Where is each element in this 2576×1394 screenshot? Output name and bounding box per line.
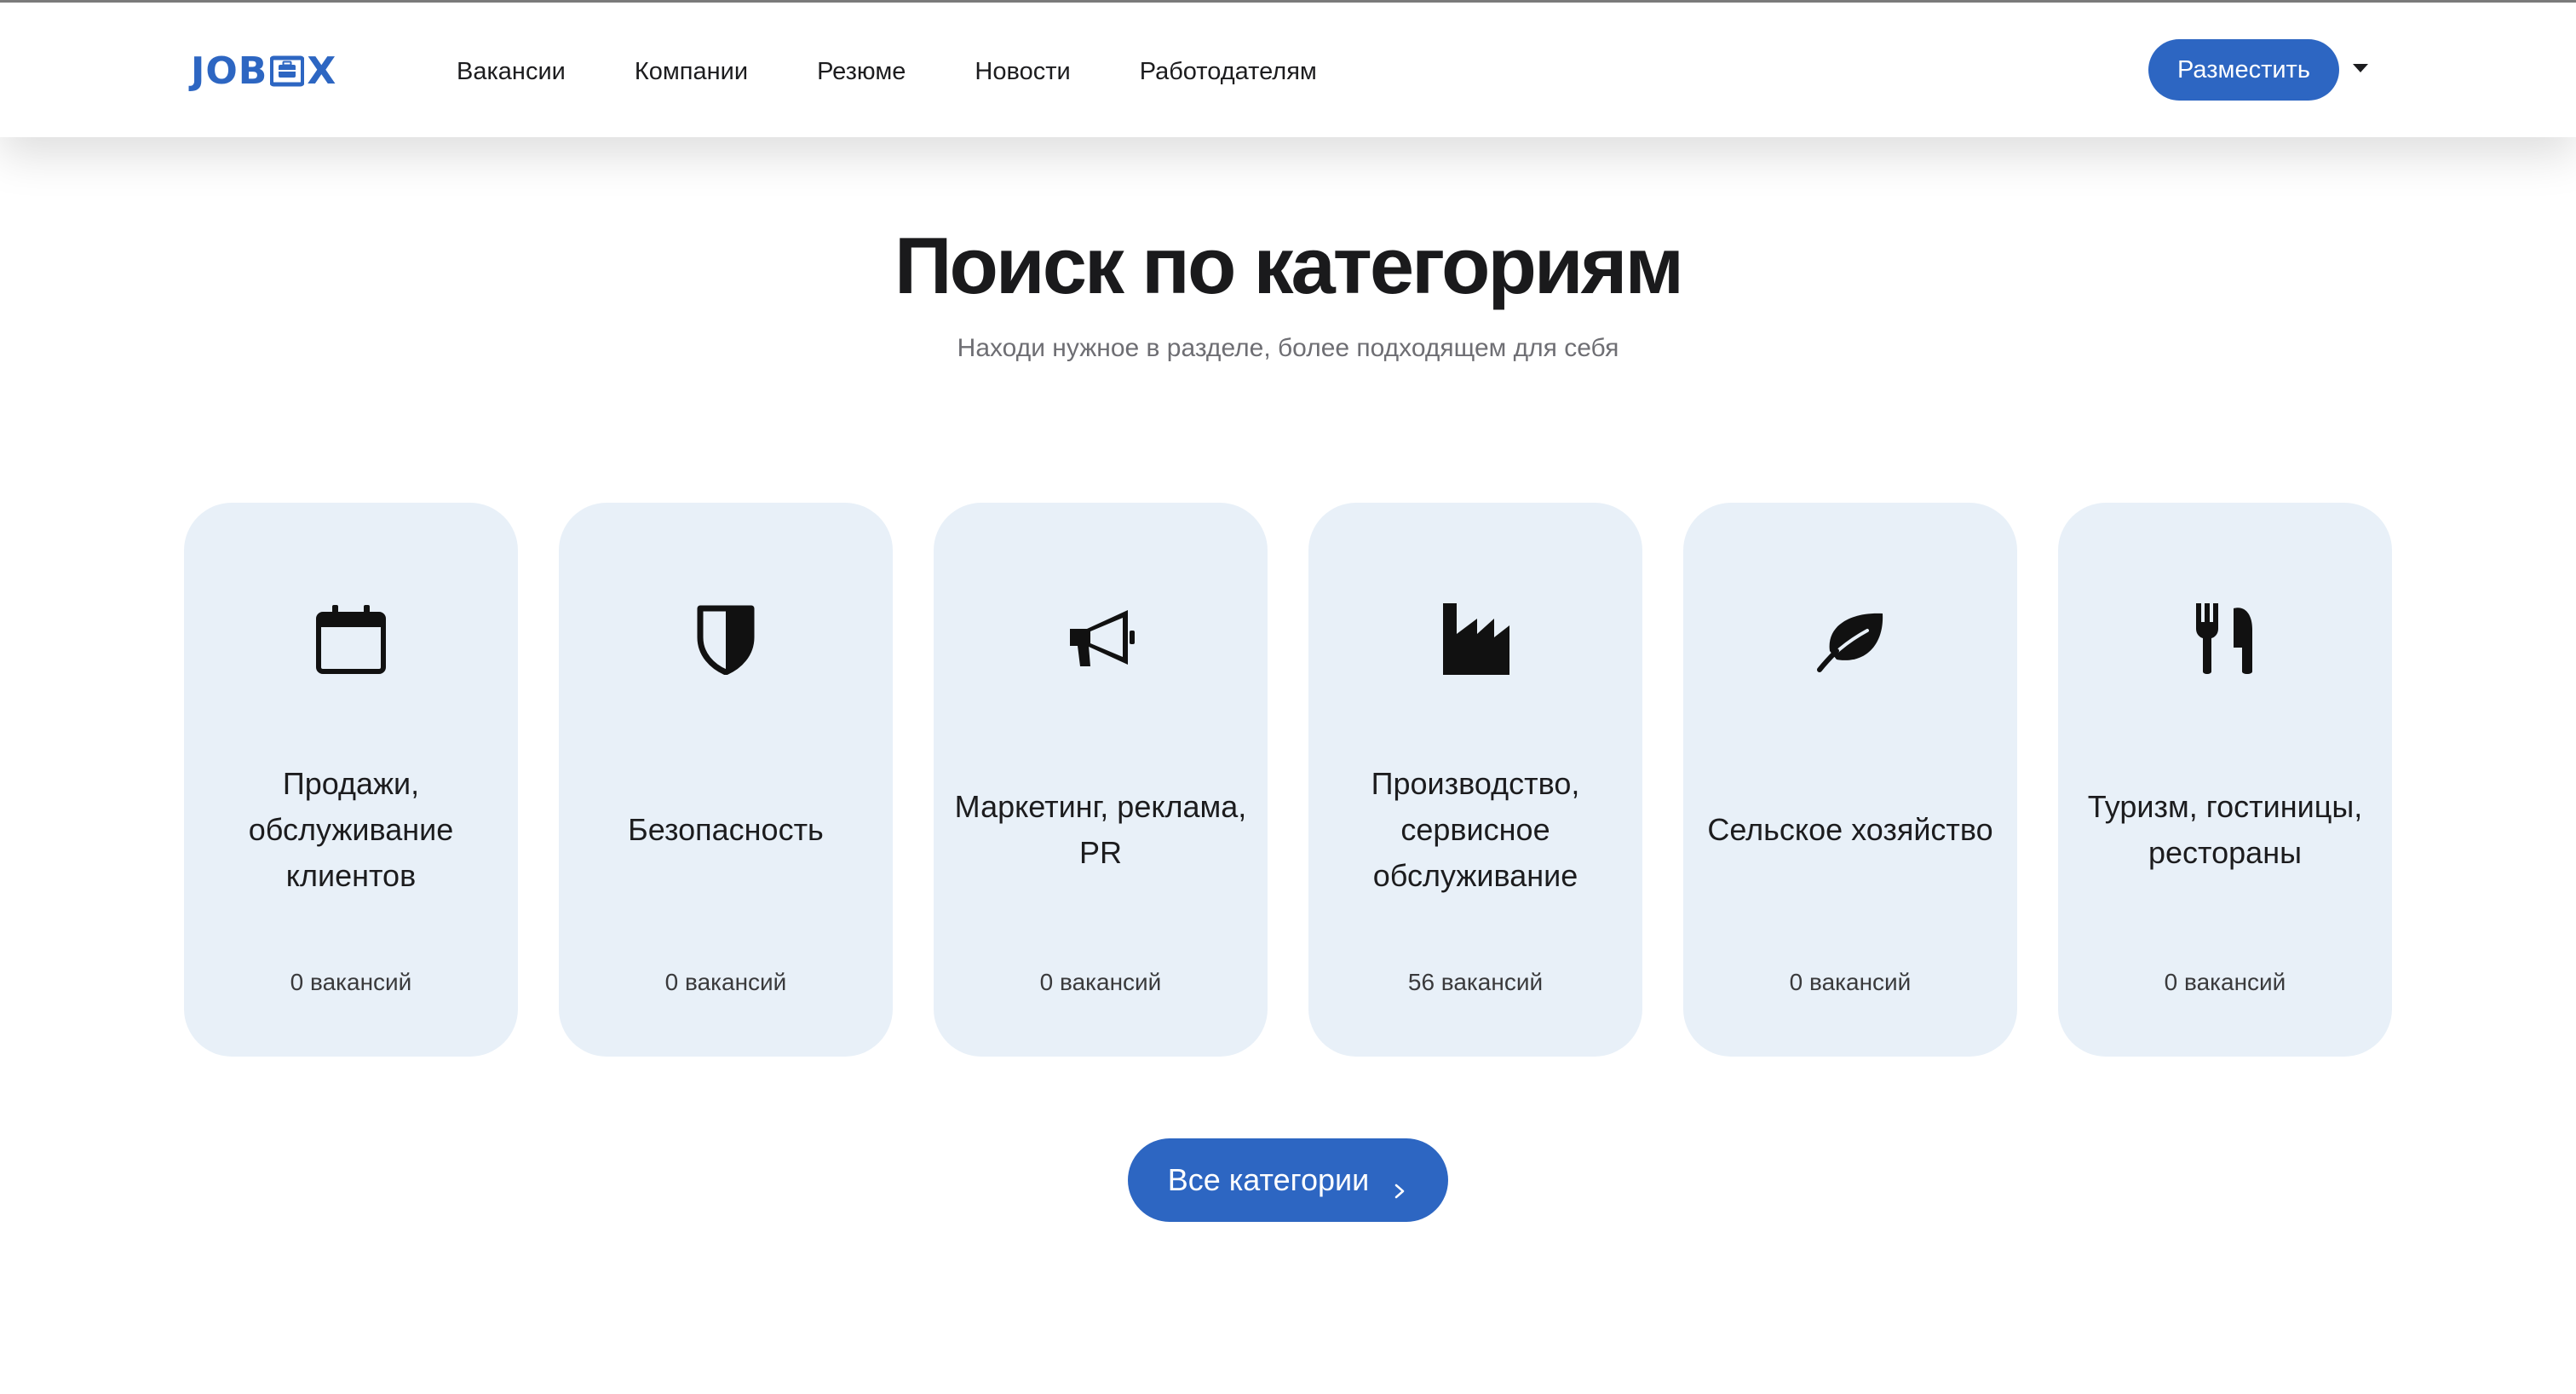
category-title: Сельское хозяйство: [1707, 812, 1993, 847]
post-button[interactable]: Разместить: [2148, 39, 2339, 101]
category-card-manufacturing[interactable]: Производство, сервисное обслуживание 56 …: [1308, 503, 1642, 1057]
leaf-icon: [1814, 603, 1886, 675]
logo[interactable]: JOB X: [191, 49, 336, 93]
logo-text-left: JOB: [191, 49, 268, 93]
category-title: Безопасность: [628, 812, 824, 847]
category-title: Маркетинг, реклама, PR: [954, 789, 1247, 870]
site-header: JOB X Вакансии Компании Резюме Новости Р…: [0, 3, 2576, 137]
category-count: 0 вакансий: [1789, 969, 1912, 995]
shield-icon: [690, 603, 762, 675]
category-count: 0 вакансий: [1039, 969, 1162, 995]
category-card-marketing[interactable]: Маркетинг, реклама, PR 0 вакансий: [934, 503, 1268, 1057]
nav-link-vacancies[interactable]: Вакансии: [457, 58, 566, 86]
all-categories-label: Все категории: [1167, 1162, 1370, 1197]
category-card-agriculture[interactable]: Сельское хозяйство 0 вакансий: [1683, 503, 2017, 1057]
category-card-sales[interactable]: Продажи, обслуживание клиентов 0 ваканси…: [184, 503, 518, 1057]
main-nav: Вакансии Компании Резюме Новости Работод…: [457, 50, 1386, 93]
category-count: 56 вакансий: [1407, 969, 1544, 995]
category-title: Производство, сервисное обслуживание: [1371, 766, 1580, 893]
category-cards: Продажи, обслуживание клиентов 0 ваканси…: [184, 503, 2392, 1057]
category-title: Туризм, гостиницы, рестораны: [2087, 789, 2363, 870]
page-title: Поиск по категориям: [894, 221, 1684, 310]
nav-link-employers[interactable]: Работодателям: [1140, 58, 1317, 86]
category-card-tourism[interactable]: Туризм, гостиницы, рестораны 0 вакансий: [2058, 503, 2392, 1057]
page-subtitle: Находи нужное в разделе, более подходяще…: [957, 334, 1619, 362]
briefcase-logo-icon: [269, 54, 306, 88]
category-count: 0 вакансий: [664, 969, 787, 995]
nav-link-resumes[interactable]: Резюме: [817, 58, 906, 86]
caret-down-icon[interactable]: [2353, 64, 2368, 72]
category-title: Продажи, обслуживание клиентов: [248, 766, 454, 893]
megaphone-icon: [1065, 603, 1136, 675]
factory-icon: [1440, 603, 1511, 675]
category-count: 0 вакансий: [2164, 969, 2286, 995]
utensils-icon: [2189, 603, 2261, 675]
nav-link-companies[interactable]: Компании: [635, 58, 748, 86]
nav-link-news[interactable]: Новости: [975, 58, 1070, 86]
chevron-right-icon: [1391, 1172, 1408, 1199]
category-count: 0 вакансий: [290, 969, 412, 995]
calendar-icon: [315, 603, 387, 675]
category-card-security[interactable]: Безопасность 0 вакансий: [559, 503, 893, 1057]
all-categories-button[interactable]: Все категории: [1128, 1138, 1448, 1222]
logo-text-right: X: [307, 49, 337, 93]
